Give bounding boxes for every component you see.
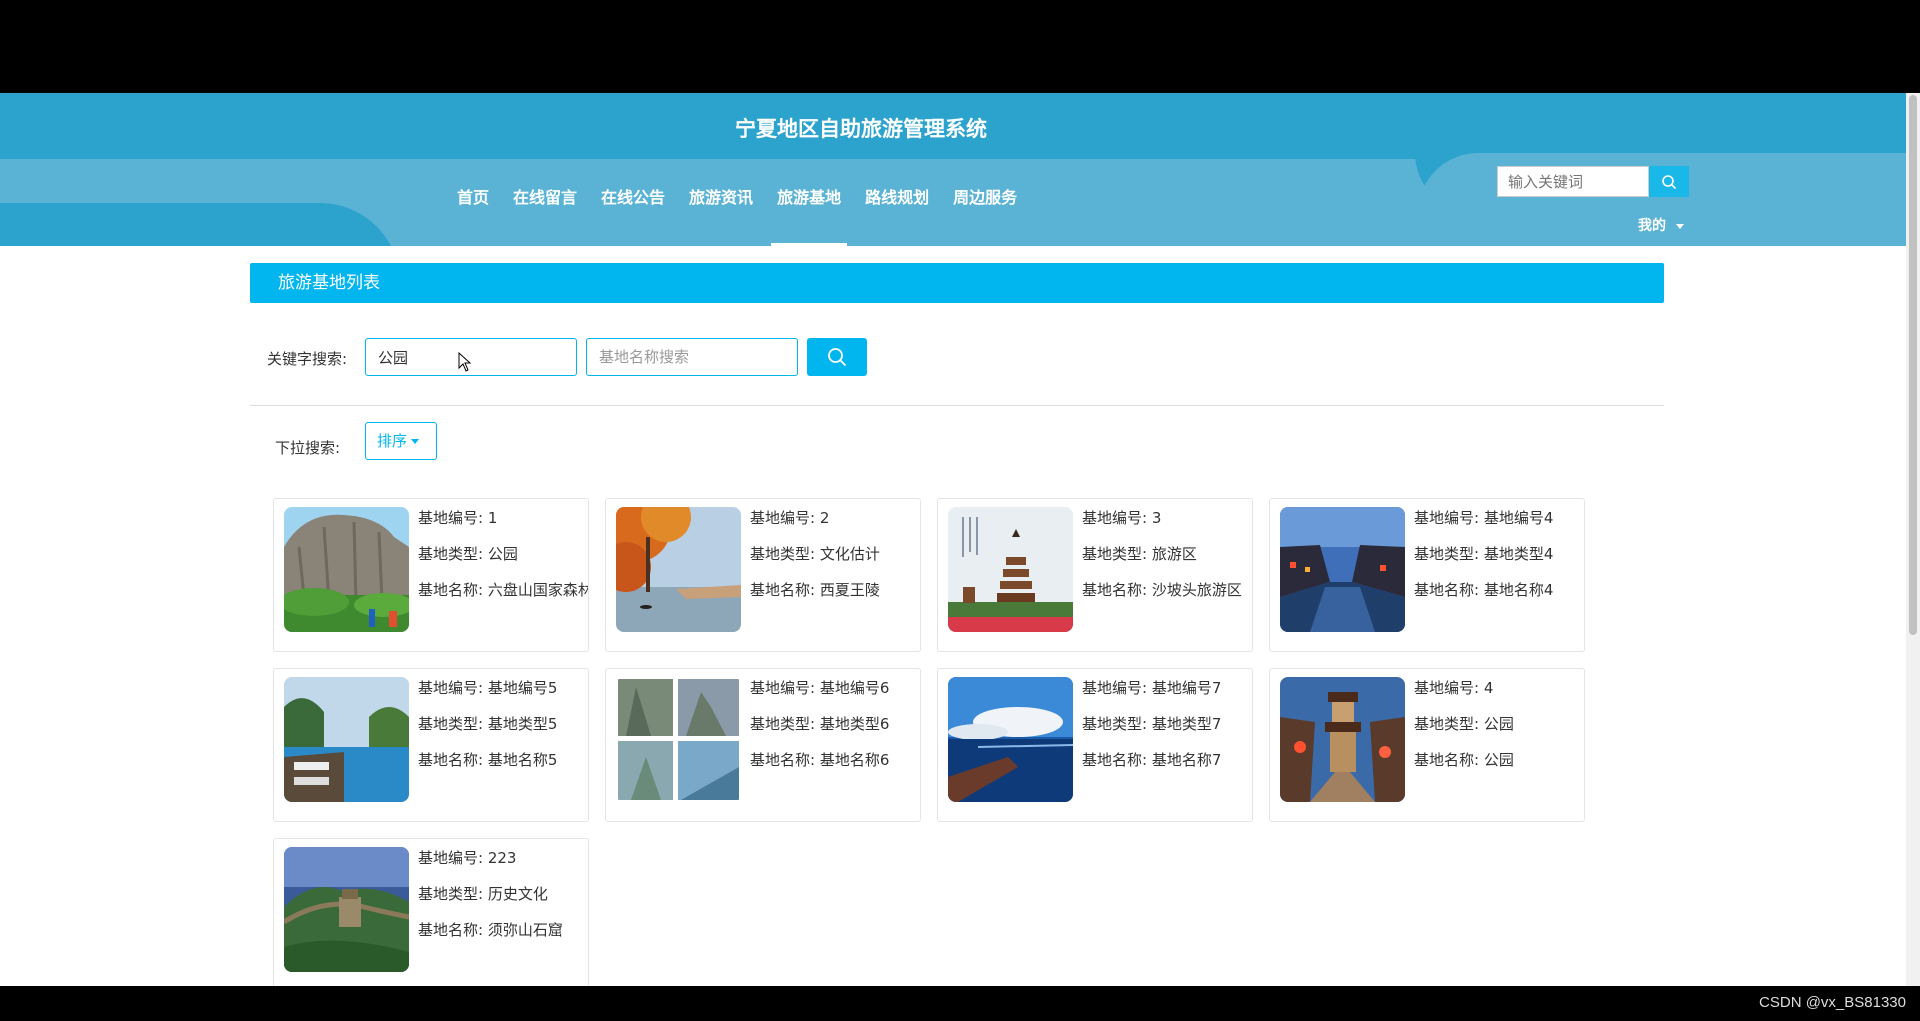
main-nav: 首页 在线留言 在线公告 旅游资讯 旅游基地 路线规划 周边服务 [445, 190, 1029, 246]
base-number: 基地编号6 [819, 679, 890, 697]
base-type: 文化估计 [819, 545, 880, 563]
dropdown-label: 下拉搜索: [275, 439, 341, 457]
base-type: 公园 [487, 545, 518, 563]
base-type: 基地类型7 [1151, 715, 1222, 733]
base-image [284, 847, 409, 972]
base-number: 223 [487, 849, 517, 867]
nav-routes[interactable]: 路线规划 [853, 190, 941, 246]
base-number: 3 [1151, 509, 1162, 527]
base-image [616, 677, 741, 802]
base-number: 4 [1483, 679, 1494, 697]
base-card[interactable]: 基地编号: 3 基地类型: 旅游区 基地名称: 沙坡头旅游区 [937, 498, 1253, 652]
base-image [1280, 677, 1405, 802]
nav-nearby[interactable]: 周边服务 [941, 190, 1029, 246]
sort-dropdown[interactable]: 排序 [365, 422, 437, 460]
base-name: 须弥山石窟 [487, 921, 563, 939]
base-card[interactable]: 基地编号: 基地编号5 基地类型: 基地类型5 基地名称: 基地名称5 [273, 668, 589, 822]
base-type: 旅游区 [1151, 545, 1197, 563]
nav-news[interactable]: 旅游资讯 [677, 190, 765, 246]
base-type: 基地类型5 [487, 715, 558, 733]
scrollbar-thumb[interactable] [1909, 95, 1917, 635]
base-card[interactable]: 基地编号: 4 基地类型: 公园 基地名称: 公园 [1269, 668, 1585, 822]
base-image [1280, 507, 1405, 632]
base-name: 基地名称6 [819, 751, 890, 769]
list-title: 旅游基地列表 [250, 263, 1664, 303]
base-image [948, 677, 1073, 802]
base-number: 基地编号7 [1151, 679, 1222, 697]
search-button[interactable] [807, 338, 867, 376]
base-number: 1 [487, 509, 498, 527]
scrollbar[interactable] [1906, 93, 1920, 986]
base-type: 基地类型6 [819, 715, 890, 733]
base-image [284, 677, 409, 802]
nav-announcements[interactable]: 在线公告 [589, 190, 677, 246]
page: 宁夏地区自助旅游管理系统 首页 在线留言 在线公告 旅游资讯 旅游基地 路线规划… [0, 93, 1920, 986]
base-name: 基地名称7 [1151, 751, 1222, 769]
base-name: 基地名称5 [487, 751, 558, 769]
header-search-button[interactable] [1649, 166, 1689, 197]
base-card[interactable]: 基地编号: 基地编号6 基地类型: 基地类型6 基地名称: 基地名称6 [605, 668, 921, 822]
user-menu[interactable]: 我的 [1638, 215, 1684, 235]
base-image [616, 507, 741, 632]
base-number: 基地编号4 [1483, 509, 1554, 527]
base-card[interactable]: 基地编号: 基地编号4 基地类型: 基地类型4 基地名称: 基地名称4 [1269, 498, 1585, 652]
header: 宁夏地区自助旅游管理系统 首页 在线留言 在线公告 旅游资讯 旅游基地 路线规划… [0, 93, 1920, 246]
base-name: 基地名称4 [1483, 581, 1554, 599]
base-image [948, 507, 1073, 632]
nav-messages[interactable]: 在线留言 [501, 190, 589, 246]
base-card[interactable]: 基地编号: 223 基地类型: 历史文化 基地名称: 须弥山石窟 [273, 838, 589, 986]
base-card[interactable]: 基地编号: 基地编号7 基地类型: 基地类型7 基地名称: 基地名称7 [937, 668, 1253, 822]
search-icon [1662, 174, 1677, 189]
search-icon [828, 348, 847, 367]
base-type: 公园 [1483, 715, 1514, 733]
name-search-input[interactable] [586, 338, 798, 376]
base-number: 2 [819, 509, 830, 527]
header-search-input[interactable] [1497, 166, 1649, 197]
watermark: CSDN @vx_BS81330 [1759, 994, 1906, 1011]
base-type: 历史文化 [487, 885, 548, 903]
base-name: 沙坡头旅游区 [1151, 581, 1242, 599]
nav-bases[interactable]: 旅游基地 [765, 190, 853, 246]
caret-down-icon [1676, 223, 1684, 229]
header-search [1497, 166, 1689, 197]
base-card[interactable]: 基地编号: 2 基地类型: 文化估计 基地名称: 西夏王陵 [605, 498, 921, 652]
base-image [284, 507, 409, 632]
caret-down-icon [411, 439, 420, 444]
base-name: 公园 [1483, 751, 1514, 769]
base-name: 西夏王陵 [819, 581, 880, 599]
divider [250, 405, 1664, 406]
nav-home[interactable]: 首页 [445, 190, 501, 246]
base-number: 基地编号5 [487, 679, 558, 697]
base-type: 基地类型4 [1483, 545, 1554, 563]
keyword-label: 关键字搜索: [267, 350, 348, 368]
mouse-cursor-icon [458, 352, 472, 372]
bottom-bar: CSDN @vx_BS81330 [0, 986, 1920, 1021]
base-name: 六盘山国家森林公园 [487, 581, 588, 599]
site-title: 宁夏地区自助旅游管理系统 [735, 117, 987, 141]
base-card[interactable]: 基地编号: 1 基地类型: 公园 基地名称: 六盘山国家森林公园 [273, 498, 589, 652]
